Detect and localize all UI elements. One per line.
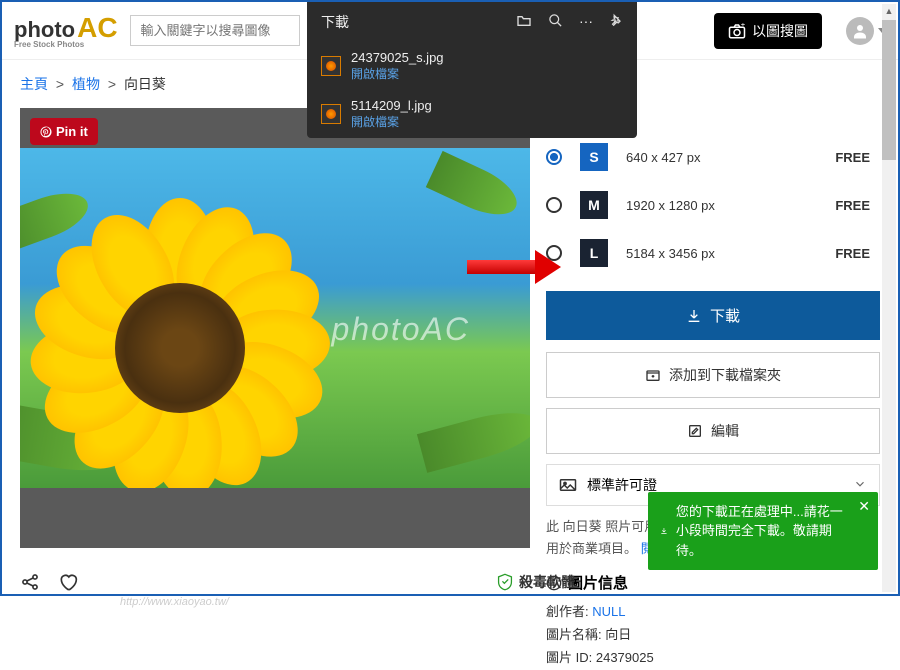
avatar-icon [846, 17, 874, 45]
download-icon [686, 308, 702, 324]
download-action[interactable]: 開啟檔案 [351, 65, 444, 82]
download-panel-title: 下載 [321, 12, 349, 32]
pin-icon[interactable] [609, 13, 623, 31]
scroll-up-icon[interactable]: ▲ [882, 4, 896, 18]
close-icon[interactable]: ✕ [858, 496, 870, 517]
breadcrumb-sep: > [108, 76, 116, 92]
size-option-l[interactable]: L 5184 x 3456 px FREE [546, 229, 880, 277]
creator-link[interactable]: NULL [592, 604, 625, 619]
pin-it-button[interactable]: Pin it [30, 118, 98, 145]
more-icon[interactable]: ··· [579, 13, 593, 31]
creator-info: 創作者: NULL [546, 601, 880, 620]
image-search-button[interactable]: + 以圖搜圖 [714, 13, 822, 49]
size-price: FREE [835, 150, 870, 165]
edit-label: 編輯 [711, 421, 739, 441]
edit-button[interactable]: 編輯 [546, 408, 880, 454]
folder-add-icon [645, 367, 661, 383]
size-price: FREE [835, 246, 870, 261]
image-panel: Pin it photoAC [20, 108, 530, 670]
size-badge: L [580, 239, 608, 267]
add-folder-label: 添加到下載檔案夾 [669, 365, 781, 385]
chevron-down-icon [853, 477, 867, 494]
download-item[interactable]: 5114209_l.jpg 開啟檔案 [307, 90, 637, 138]
heart-icon[interactable] [58, 572, 78, 598]
download-toast: 您的下載正在處理中...請花一小段時間完全下載。敬請期待。 ✕ [648, 492, 878, 571]
image-toolbar [20, 572, 78, 598]
license-label: 標準許可證 [587, 475, 657, 495]
download-filename: 24379025_s.jpg [351, 50, 444, 65]
details-panel: S 640 x 427 px FREE M 1920 x 1280 px FRE… [546, 108, 880, 670]
antivirus-badge[interactable]: 殺毒軟體 [497, 572, 575, 592]
logo[interactable]: photoAC Free Stock Photos [14, 12, 118, 49]
download-icon [660, 523, 668, 539]
image-search-label: 以圖搜圖 [752, 21, 808, 41]
stock-image[interactable]: photoAC [20, 148, 530, 488]
radio-selected [546, 149, 562, 165]
download-action[interactable]: 開啟檔案 [351, 113, 432, 130]
image-id-info: 圖片 ID: 24379025 [546, 647, 880, 666]
scrollbar[interactable]: ▲ [882, 4, 896, 592]
edit-icon [687, 423, 703, 439]
download-label: 下載 [710, 305, 740, 326]
size-badge: M [580, 191, 608, 219]
shield-icon [497, 573, 513, 591]
image-info-title: 圖片信息 [546, 572, 880, 593]
image-container: Pin it photoAC [20, 108, 530, 548]
search-icon[interactable] [548, 13, 563, 31]
toast-text: 您的下載正在處理中...請花一小段時間完全下載。敬請期待。 [676, 502, 848, 561]
scroll-thumb[interactable] [882, 20, 896, 160]
breadcrumb-current: 向日葵 [124, 76, 166, 92]
watermark: photoAC [331, 311, 470, 348]
download-item[interactable]: 24379025_s.jpg 開啟檔案 [307, 42, 637, 90]
size-dimensions: 1920 x 1280 px [626, 198, 817, 213]
size-option-m[interactable]: M 1920 x 1280 px FREE [546, 181, 880, 229]
breadcrumb-category[interactable]: 植物 [72, 76, 100, 92]
pinterest-icon [40, 126, 52, 138]
pin-it-label: Pin it [56, 124, 88, 139]
file-icon [321, 56, 341, 76]
user-menu[interactable] [834, 17, 886, 45]
size-price: FREE [835, 198, 870, 213]
size-option-s[interactable]: S 640 x 427 px FREE [546, 133, 880, 181]
add-to-folder-button[interactable]: 添加到下載檔案夾 [546, 352, 880, 398]
size-dimensions: 640 x 427 px [626, 150, 817, 165]
radio-unselected [546, 197, 562, 213]
image-icon [559, 478, 577, 492]
breadcrumb-home[interactable]: 主頁 [20, 76, 48, 92]
search-input[interactable] [130, 15, 300, 46]
size-dimensions: 5184 x 3456 px [626, 246, 817, 261]
logo-text-ac: AC [77, 12, 117, 43]
download-filename: 5114209_l.jpg [351, 98, 432, 113]
download-panel-header: 下載 ··· [307, 2, 637, 42]
blog-watermark: http://www.xiaoyao.tw/ [120, 596, 229, 608]
annotation-arrow [467, 260, 537, 274]
file-icon [321, 104, 341, 124]
logo-text-photo: photo [14, 17, 75, 42]
browser-download-panel: 下載 ··· 24379025_s.jpg 開啟檔案 5114209_l.jpg… [307, 2, 637, 138]
folder-icon[interactable] [516, 13, 532, 31]
share-icon[interactable] [20, 572, 40, 598]
breadcrumb-sep: > [56, 76, 64, 92]
image-name-info: 圖片名稱: 向日 [546, 624, 880, 643]
main-content: Pin it photoAC [2, 108, 898, 670]
download-button[interactable]: 下載 [546, 291, 880, 340]
camera-icon: + [728, 23, 746, 39]
size-badge: S [580, 143, 608, 171]
svg-text:+: + [741, 23, 746, 29]
